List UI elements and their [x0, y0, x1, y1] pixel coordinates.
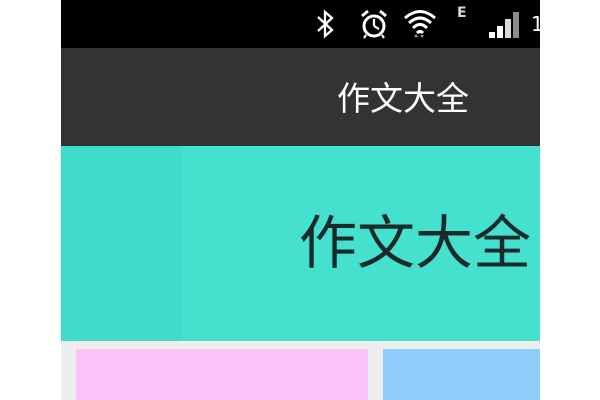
phone-screen: E 1 作文大全 作文大全 — [61, 0, 540, 400]
screenshot-canvas: E 1 作文大全 作文大全 — [0, 0, 600, 400]
tile-grid — [61, 341, 540, 400]
category-tile-blue[interactable] — [383, 349, 540, 400]
network-type-label: E — [457, 5, 467, 21]
app-title: 作文大全 — [337, 79, 469, 118]
category-tile-pink[interactable] — [76, 349, 368, 400]
status-time: 1 — [531, 12, 540, 36]
banner[interactable]: 作文大全 — [61, 146, 540, 341]
signal-icon — [487, 8, 523, 40]
status-bar: E 1 — [61, 0, 540, 48]
alarm-clock-icon — [357, 8, 391, 40]
banner-shade — [61, 146, 181, 341]
bluetooth-icon — [312, 8, 338, 40]
banner-title: 作文大全 — [299, 209, 532, 277]
action-bar: 作文大全 — [61, 48, 540, 146]
wifi-icon — [402, 8, 438, 40]
